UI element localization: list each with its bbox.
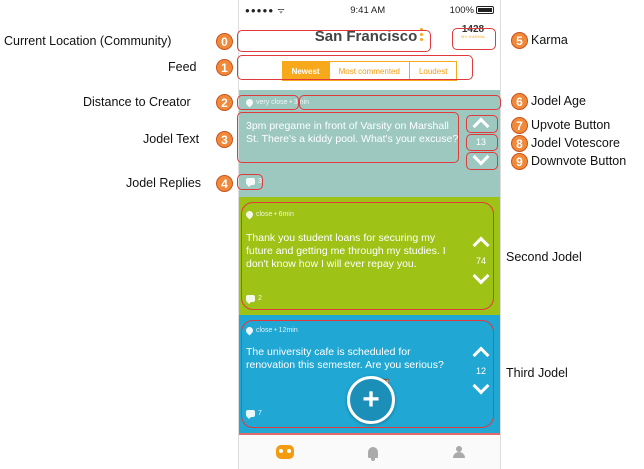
reply-count: 2 <box>258 295 262 302</box>
bell-icon[interactable] <box>368 446 379 461</box>
annotation-number: 4 <box>216 175 233 192</box>
battery-indicator: 100% <box>450 5 494 16</box>
annotation-label: Jodel Age <box>531 94 586 108</box>
vote-controls: 12 <box>470 345 492 395</box>
user-icon[interactable] <box>452 446 465 458</box>
jodel-text: The university cafe is scheduled for ren… <box>246 346 444 371</box>
location-pin-icon <box>244 209 255 220</box>
annotation-number: 6 <box>511 93 528 110</box>
status-time: 9:41 AM <box>350 4 386 16</box>
jodel-meta: close • 6min <box>244 209 294 220</box>
new-jodel-button[interactable]: + <box>347 376 395 424</box>
tab-most-commented[interactable]: Most commented <box>329 61 410 81</box>
battery-percent: 100% <box>449 4 474 16</box>
vote-score: 12 <box>475 366 486 376</box>
jodel-distance-age: very close • 3min <box>256 99 310 106</box>
karma[interactable]: 1428 MY KARMA <box>456 25 490 39</box>
location-pin-icon <box>244 325 255 336</box>
annotation-number: 2 <box>216 94 233 111</box>
annotation-label: Second Jodel <box>506 250 582 264</box>
location-pin-icon <box>244 97 255 108</box>
tab-newest[interactable]: Newest <box>281 61 330 81</box>
jodel-text: 3pm pregame in front of Varsity on Marsh… <box>246 120 459 145</box>
annotation-label: Upvote Button <box>531 118 611 132</box>
comment-icon <box>246 178 255 187</box>
vote-score: 74 <box>475 256 486 266</box>
vote-controls: 13 <box>470 116 492 166</box>
annotation-label: Current Location (Community) <box>4 34 172 48</box>
karma-label: MY KARMA <box>461 34 485 39</box>
reply-count: 3 <box>258 178 262 185</box>
annotation-label: Jodel Replies <box>126 176 202 190</box>
jodel-distance-age: close • 6min <box>256 211 294 218</box>
jodel-distance-age: close • 12min <box>256 327 298 334</box>
upvote-button[interactable] <box>472 346 490 364</box>
downvote-button[interactable] <box>472 377 490 395</box>
jodel-text: Thank you student loans for securing my … <box>246 232 446 270</box>
jodel-replies[interactable]: 7 <box>246 410 262 419</box>
feed-tabs: Newest Most commented Loudest <box>239 56 500 86</box>
phone-screen: ●●●●● ᯤ 9:41 AM 100% San Francisco 1428 … <box>238 0 501 469</box>
bottom-tab-bar <box>239 435 500 469</box>
annotation-number: 1 <box>216 59 233 76</box>
reply-count: 7 <box>258 410 262 417</box>
annotation-label: Downvote Button <box>531 154 627 168</box>
vote-score: 13 <box>475 137 486 147</box>
upvote-button[interactable] <box>472 236 490 254</box>
vote-controls: 74 <box>470 235 492 285</box>
annotation-number: 7 <box>511 117 528 134</box>
annotation-label: Karma <box>531 33 568 47</box>
jodel-card[interactable]: very close • 3min 3pm pregame in front o… <box>239 90 500 197</box>
annotation-number: 9 <box>511 153 528 170</box>
annotation-number: 5 <box>511 32 528 49</box>
annotation-label: Jodel Votescore <box>531 136 620 150</box>
tab-loudest[interactable]: Loudest <box>409 61 458 81</box>
status-bar: ●●●●● ᯤ 9:41 AM 100% <box>239 0 500 20</box>
jodel-replies[interactable]: 2 <box>246 295 262 304</box>
header: San Francisco 1428 MY KARMA <box>239 20 500 56</box>
location-name: San Francisco <box>314 28 418 45</box>
more-dots-icon[interactable] <box>420 28 424 43</box>
annotation-label: Third Jodel <box>506 366 568 380</box>
comment-icon <box>246 295 255 304</box>
jodel-card[interactable]: close • 6min Thank you student loans for… <box>239 197 500 315</box>
downvote-button[interactable] <box>472 148 490 166</box>
annotation-number: 3 <box>216 131 233 148</box>
jodel-meta: close • 12min <box>244 325 298 336</box>
jodel-meta: very close • 3min <box>244 97 310 108</box>
owl-icon[interactable] <box>276 445 295 459</box>
jodel-replies[interactable]: 3 <box>246 178 262 187</box>
signal-indicator: ●●●●● ᯤ <box>245 5 286 15</box>
annotation-label: Jodel Text <box>143 132 200 146</box>
battery-icon <box>475 5 494 14</box>
downvote-button[interactable] <box>472 267 490 285</box>
annotation-label: Distance to Creator <box>83 95 191 109</box>
comment-icon <box>246 410 255 419</box>
annotation-label: Feed <box>168 60 197 74</box>
annotation-number: 0 <box>216 33 233 50</box>
upvote-button[interactable] <box>472 117 490 135</box>
annotation-number: 8 <box>511 135 528 152</box>
